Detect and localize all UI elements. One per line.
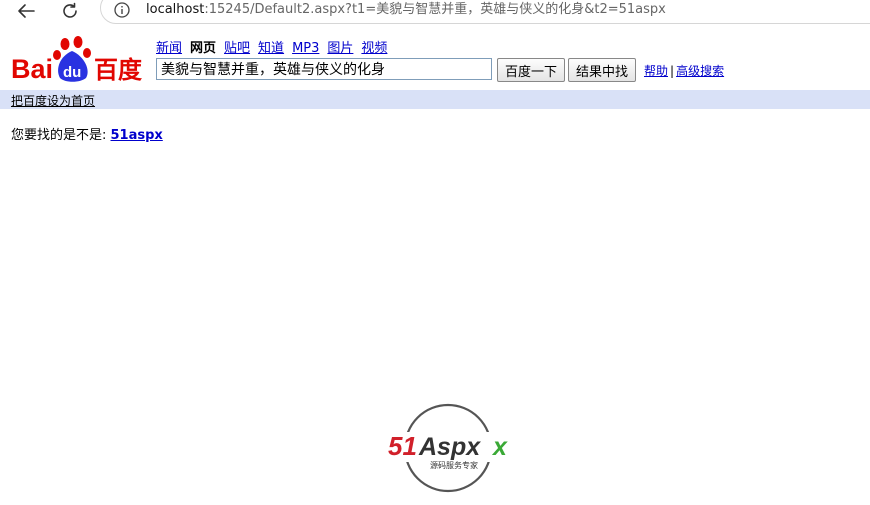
nav-tieba[interactable]: 贴吧: [224, 41, 250, 56]
logo-chinese-text: 百度: [94, 56, 143, 84]
url-host: localhost: [146, 2, 205, 17]
search-within-results-button[interactable]: 结果中找: [568, 58, 636, 82]
watermark-51-text: 51: [388, 431, 417, 461]
browser-toolbar: localhost:15245/Default2.aspx?t1=美貌与智慧并重…: [0, 0, 870, 24]
watermark-aspx-text: Aspx: [418, 433, 481, 461]
separator: |: [670, 64, 675, 78]
url-path: :15245/Default2.aspx?t1=美貌与智慧并重，英雄与侠义的化身…: [204, 2, 666, 17]
logo-du-text: du: [63, 64, 81, 81]
svg-text:x: x: [491, 433, 508, 461]
nav-video[interactable]: 视频: [361, 41, 387, 56]
nav-news[interactable]: 新闻: [156, 41, 182, 56]
help-links: 帮助 | 高级搜索: [644, 62, 724, 79]
logo-bai-text: Bai: [11, 54, 53, 84]
back-button[interactable]: [14, 0, 38, 22]
nav-web: 网页: [190, 41, 217, 56]
url-text[interactable]: localhost:15245/Default2.aspx?t1=美貌与智慧并重…: [146, 2, 666, 18]
reload-icon: [63, 2, 77, 18]
watermark-tagline: 源码服务专家: [430, 460, 478, 470]
homepage-bar: 把百度设为首页: [0, 90, 870, 109]
suggestion-link[interactable]: 51aspx: [111, 128, 163, 143]
reload-button[interactable]: [58, 0, 82, 22]
back-arrow-icon: [18, 4, 35, 18]
search-button[interactable]: 百度一下: [497, 58, 565, 82]
nav-images[interactable]: 图片: [327, 41, 353, 56]
search-category-nav: 新闻 网页 贴吧 知道 MP3 图片 视频: [156, 37, 395, 56]
did-you-mean: 您要找的是不是: 51aspx: [11, 124, 163, 143]
set-homepage-link[interactable]: 把百度设为首页: [11, 92, 95, 109]
help-link[interactable]: 帮助: [644, 64, 668, 78]
nav-zhidao[interactable]: 知道: [258, 41, 284, 56]
did-you-mean-label: 您要找的是不是:: [11, 128, 111, 143]
watermark-logo: 51 Aspx x 源码服务专家: [386, 403, 512, 493]
baidu-logo[interactable]: du Bai 百度: [10, 36, 150, 84]
advanced-search-link[interactable]: 高级搜索: [676, 64, 724, 78]
search-input[interactable]: [156, 58, 492, 80]
info-icon[interactable]: [114, 2, 130, 18]
nav-mp3[interactable]: MP3: [292, 41, 319, 56]
